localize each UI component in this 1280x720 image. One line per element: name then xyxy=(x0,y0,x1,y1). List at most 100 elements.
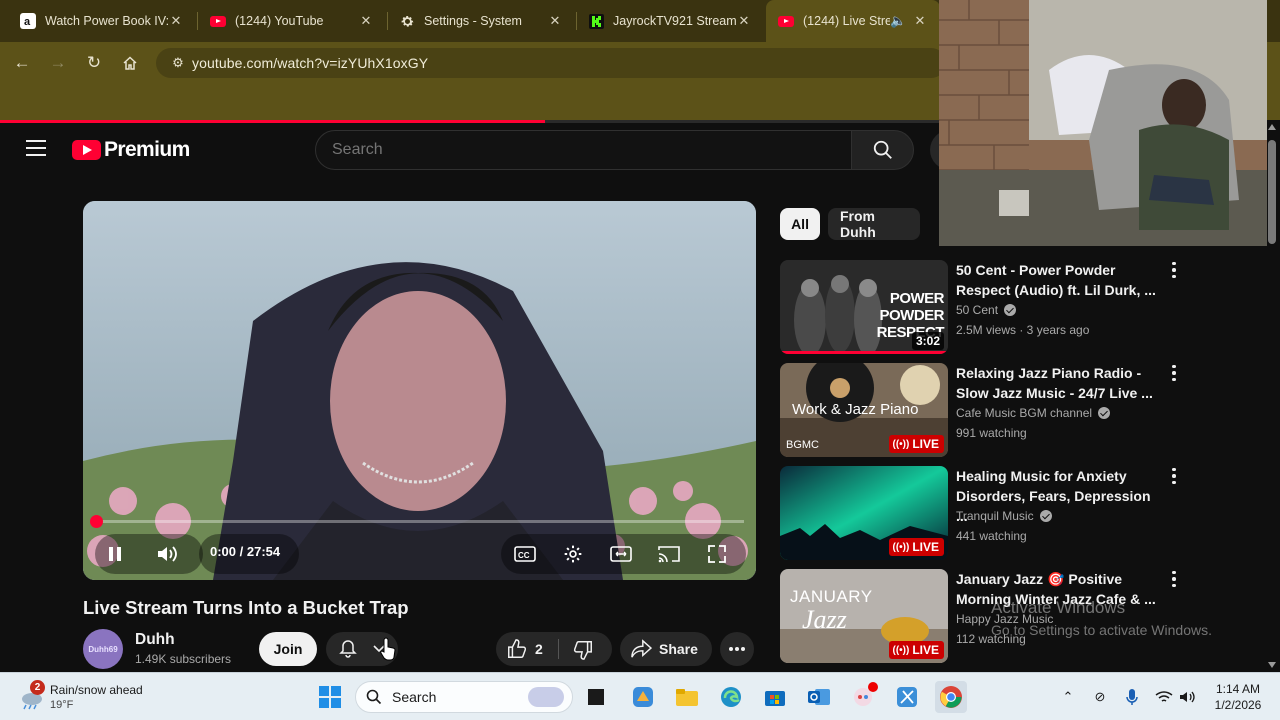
reload-icon[interactable]: ↻ xyxy=(81,50,107,76)
youtube-logo[interactable]: Premium xyxy=(72,138,190,162)
task-view-icon[interactable] xyxy=(580,681,612,713)
microphone-icon[interactable] xyxy=(1122,687,1142,707)
home-icon[interactable] xyxy=(117,50,143,76)
channel-name[interactable]: Duhh xyxy=(135,631,175,649)
microsoft-365-icon[interactable] xyxy=(627,681,659,713)
recommendation-item[interactable]: JANUARY Jazz ((•)) LIVE January Jazz 🎯 Po… xyxy=(780,569,1200,663)
file-explorer-icon[interactable] xyxy=(671,681,703,713)
volume-icon xyxy=(158,546,177,562)
recommendation-item[interactable]: Work & Jazz Piano BGMC ((•)) LIVE Relaxin… xyxy=(780,363,1200,457)
captions-button[interactable]: CC xyxy=(507,536,543,572)
recommendation-item[interactable]: ((•)) LIVE Healing Music for Anxiety Diso… xyxy=(780,466,1200,560)
chrome-icon[interactable] xyxy=(935,681,967,713)
pause-button[interactable] xyxy=(97,536,133,572)
video-thumbnail[interactable]: JANUARY Jazz ((•)) LIVE xyxy=(780,569,948,663)
youtube-icon xyxy=(210,13,226,29)
menu-icon[interactable] xyxy=(26,140,46,158)
recommendation-item[interactable]: POWER POWDER RESPECT 3:02 50 Cent - Powe… xyxy=(780,260,1200,354)
logo-text: Premium xyxy=(104,138,190,161)
verified-icon xyxy=(1004,304,1017,316)
search-icon xyxy=(873,140,892,159)
share-button[interactable]: Share xyxy=(620,632,712,666)
progress-bar[interactable] xyxy=(95,520,744,523)
scrollbar-thumb[interactable] xyxy=(1268,140,1276,244)
search-box xyxy=(315,130,852,170)
more-vertical-icon[interactable] xyxy=(1166,466,1182,486)
chevron-up-icon[interactable]: ⌃ xyxy=(1058,687,1078,707)
speaker-icon[interactable] xyxy=(1178,687,1198,707)
mouse-cursor xyxy=(380,637,396,661)
taskbar-search-label: Search xyxy=(392,689,437,705)
microsoft-store-icon[interactable] xyxy=(759,681,791,713)
back-icon[interactable]: ← xyxy=(9,50,35,76)
settings-button[interactable] xyxy=(555,536,591,572)
dislike-button[interactable] xyxy=(559,632,612,666)
activate-windows-title: Activate Windows xyxy=(991,598,1126,617)
channel-name[interactable]: Cafe Music BGM channel xyxy=(956,406,1092,420)
more-vertical-icon[interactable] xyxy=(1166,260,1182,280)
video-title[interactable]: Relaxing Jazz Piano Radio - Slow Jazz Mu… xyxy=(956,363,1156,403)
more-vertical-icon[interactable] xyxy=(1166,569,1182,589)
tab-youtube[interactable]: (1244) YouTube ✕ xyxy=(198,0,386,42)
channel-name[interactable]: Tranquil Music xyxy=(956,509,1034,523)
theater-icon xyxy=(610,546,632,562)
tab-settings[interactable]: Settings - System ✕ xyxy=(387,0,575,42)
outlook-icon[interactable] xyxy=(803,681,835,713)
video-thumbnail[interactable]: ((•)) LIVE xyxy=(780,466,948,560)
channel-name[interactable]: 50 Cent xyxy=(956,303,998,317)
cast-button[interactable] xyxy=(651,536,687,572)
thumbnail-subtext: Jazz xyxy=(802,605,847,634)
tab-kick[interactable]: JayrockTV921 Stream ✕ xyxy=(576,0,764,42)
system-clock[interactable]: 1:14 AM 1/2/2026 xyxy=(1208,681,1268,713)
join-button[interactable]: Join xyxy=(259,632,317,666)
chip-all[interactable]: All xyxy=(780,208,820,240)
edge-icon[interactable] xyxy=(715,681,747,713)
forward-icon[interactable]: → xyxy=(45,50,71,76)
search-button[interactable] xyxy=(851,130,914,170)
tab-live-stream[interactable]: (1244) Live Stream 🔈 ✕ xyxy=(766,0,940,42)
video-meta: 441 watching xyxy=(956,529,1027,543)
tab-amazon[interactable]: a Watch Power Book IV: ✕ xyxy=(8,0,196,42)
search-input[interactable] xyxy=(316,131,851,169)
chip-from-channel[interactable]: From Duhh xyxy=(828,208,920,240)
avatar-text: Duhh69 xyxy=(88,644,118,654)
video-player[interactable]: 0:00 / 27:54 CC xyxy=(83,201,756,580)
address-bar[interactable]: ⚙ youtube.com/watch?v=izYUhX1oxGY xyxy=(156,48,946,78)
clock-date: 1/2/2026 xyxy=(1214,698,1262,712)
video-title[interactable]: 50 Cent - Power Powder Respect (Audio) f… xyxy=(956,260,1156,300)
live-icon: ((•)) xyxy=(892,541,910,553)
progress-handle[interactable] xyxy=(90,515,103,528)
weather-widget[interactable]: 2 Rain/snow ahead 19°F xyxy=(14,679,194,715)
taskbar-search[interactable]: Search xyxy=(355,681,573,713)
close-icon[interactable]: ✕ xyxy=(547,13,563,29)
snipping-tool-icon[interactable] xyxy=(891,681,923,713)
close-icon[interactable]: ✕ xyxy=(912,13,928,29)
network-off-icon[interactable]: ⊘ xyxy=(1090,687,1110,707)
thumbs-down-icon xyxy=(573,641,592,660)
fullscreen-button[interactable] xyxy=(699,536,735,572)
notification-badge: 2 xyxy=(30,680,45,695)
amazon-icon: a xyxy=(20,13,36,29)
video-thumbnail[interactable]: POWER POWDER RESPECT 3:02 xyxy=(780,260,948,354)
site-info-icon[interactable]: ⚙ xyxy=(164,55,192,71)
more-vertical-icon[interactable] xyxy=(1166,363,1182,383)
channel-avatar[interactable]: Duhh69 xyxy=(83,629,123,669)
scroll-up-arrow-icon[interactable] xyxy=(1268,124,1276,130)
share-icon xyxy=(631,639,652,658)
speaker-icon[interactable]: 🔈 xyxy=(890,13,906,29)
volume-button[interactable] xyxy=(149,536,185,572)
close-icon[interactable]: ✕ xyxy=(736,13,752,29)
start-button[interactable] xyxy=(314,681,346,713)
wifi-icon[interactable] xyxy=(1154,687,1174,707)
scroll-down-arrow-icon[interactable] xyxy=(1268,662,1276,668)
search-icon xyxy=(366,689,382,705)
like-button[interactable]: 2 xyxy=(496,632,558,666)
close-icon[interactable]: ✕ xyxy=(358,13,374,29)
app-icon[interactable] xyxy=(847,681,879,713)
video-thumbnail[interactable]: Work & Jazz Piano BGMC ((•)) LIVE xyxy=(780,363,948,457)
pause-icon xyxy=(109,547,121,561)
theater-mode-button[interactable] xyxy=(603,536,639,572)
more-actions-button[interactable] xyxy=(720,632,754,666)
windows-taskbar: 2 Rain/snow ahead 19°F Search ⌃ ⊘ 1:14 A… xyxy=(0,672,1280,720)
close-icon[interactable]: ✕ xyxy=(168,13,184,29)
